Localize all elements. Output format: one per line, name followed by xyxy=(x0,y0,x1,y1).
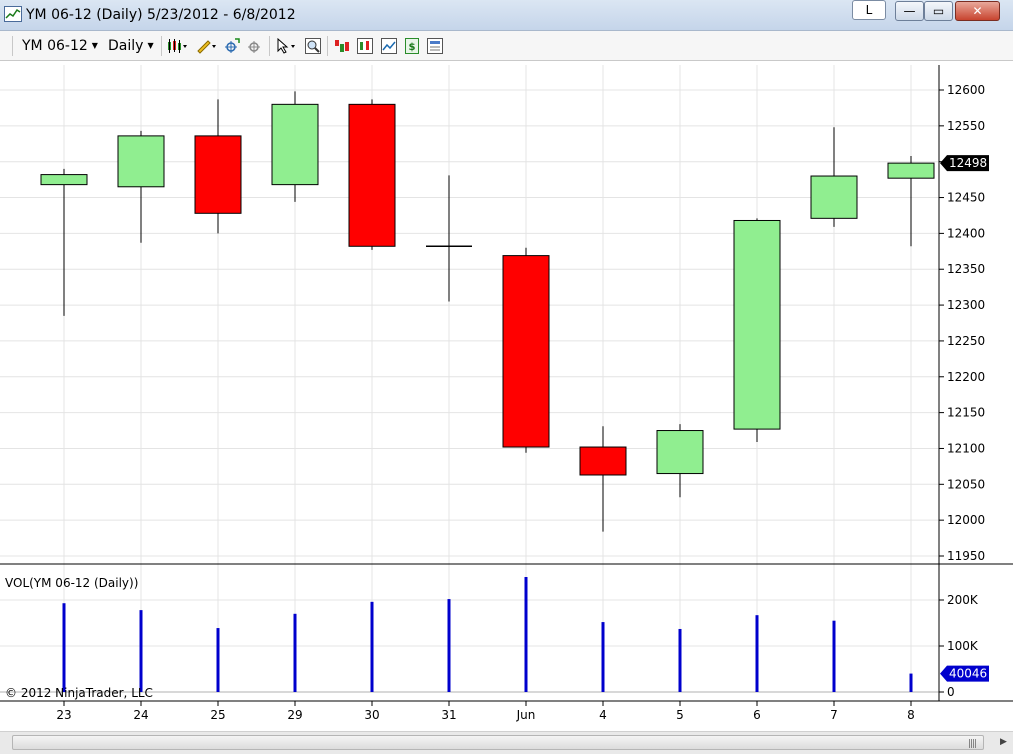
last-volume-label: 40046 xyxy=(949,667,987,681)
candle-body xyxy=(810,175,858,219)
candle-body xyxy=(887,162,935,179)
price-tick-label: 12300 xyxy=(947,298,985,312)
volume-tick-label: 0 xyxy=(947,685,955,699)
interval-selector[interactable]: Daily ▼ xyxy=(108,38,154,54)
volume-panel-label: VOL(YM 06-12 (Daily)) xyxy=(5,576,138,590)
candle-body xyxy=(271,103,319,186)
data-box-icon[interactable]: $ xyxy=(404,38,420,54)
instrument-label: YM 06-12 xyxy=(22,38,88,54)
volume-bar xyxy=(293,613,297,692)
volume-bar xyxy=(678,628,682,692)
strategy-icon[interactable] xyxy=(334,38,350,54)
price-tick-label: 12200 xyxy=(947,370,985,384)
price-tick-label: 12050 xyxy=(947,477,985,491)
price-tick-label: 12150 xyxy=(947,406,985,420)
toolbar-separator xyxy=(327,36,328,56)
candle-body xyxy=(502,255,550,448)
time-tick-label: 30 xyxy=(364,708,379,722)
volume-bar xyxy=(447,599,451,692)
price-tick-label: 12250 xyxy=(947,334,985,348)
bar-style-icon[interactable] xyxy=(167,38,189,54)
zoom-icon[interactable] xyxy=(305,38,321,54)
candle-body xyxy=(656,430,704,475)
close-button[interactable]: ✕ xyxy=(955,1,1000,21)
last-price-label: 12498 xyxy=(949,156,987,170)
link-button[interactable]: L xyxy=(852,0,886,20)
window-title: YM 06-12 (Daily) 5/23/2012 - 6/8/2012 xyxy=(26,7,296,23)
crosshair-icon[interactable] xyxy=(224,38,240,54)
time-tick-label: 8 xyxy=(907,708,915,722)
price-tick-label: 12450 xyxy=(947,191,985,205)
time-tick-label: 6 xyxy=(753,708,761,722)
price-candles xyxy=(40,91,935,532)
price-tick-label: 11950 xyxy=(947,549,985,563)
scroll-right-arrow-icon[interactable]: ▶ xyxy=(1000,737,1007,747)
volume-bar xyxy=(370,601,374,692)
candle-body xyxy=(117,135,165,188)
price-tick-label: 12600 xyxy=(947,83,985,97)
instrument-selector[interactable]: YM 06-12 ▼ xyxy=(22,38,98,54)
horizontal-scrollbar[interactable]: |||| ▶ xyxy=(0,731,1013,754)
time-tick-label: 31 xyxy=(441,708,456,722)
time-tick-label: 23 xyxy=(56,708,71,722)
candle-body xyxy=(40,174,88,186)
window-titlebar[interactable]: YM 06-12 (Daily) 5/23/2012 - 6/8/2012 L … xyxy=(0,0,1013,31)
candle-body xyxy=(194,135,242,214)
svg-text:$: $ xyxy=(409,42,416,53)
price-tick-label: 12100 xyxy=(947,441,985,455)
toolbar-separator xyxy=(12,36,13,56)
volume-bar xyxy=(909,673,913,692)
volume-bar xyxy=(524,577,528,692)
volume-bar xyxy=(601,622,605,692)
interval-label: Daily xyxy=(108,38,144,54)
volume-tick-label: 100K xyxy=(947,639,979,653)
maximize-button[interactable]: ▭ xyxy=(924,1,953,21)
minimize-button[interactable]: — xyxy=(895,1,924,21)
volume-bar xyxy=(755,615,759,692)
price-tick-label: 12550 xyxy=(947,119,985,133)
volume-bar xyxy=(216,628,220,692)
volume-tick-label: 200K xyxy=(947,593,979,607)
price-tick-label: 12350 xyxy=(947,262,985,276)
time-tick-label: 25 xyxy=(210,708,225,722)
indicators-icon[interactable] xyxy=(357,38,373,54)
drawing-pencil-icon[interactable] xyxy=(196,38,218,54)
copyright-text: © 2012 NinjaTrader, LLC xyxy=(5,686,153,700)
cursor-icon[interactable] xyxy=(276,38,298,54)
scrollbar-thumb[interactable] xyxy=(12,735,984,750)
volume-bar xyxy=(832,620,836,692)
chevron-down-icon: ▼ xyxy=(91,41,98,50)
chart-app-icon xyxy=(4,6,22,22)
chart-trader-icon[interactable] xyxy=(427,38,443,54)
chart-canvas[interactable]: 11950 12000 12050 12100 12150 12200 12250 12300… xyxy=(0,61,1013,731)
chart-toolbar: YM 06-12 ▼ Daily ▼ $ xyxy=(0,31,1013,61)
toolbar-separator xyxy=(161,36,162,56)
price-tick-label: 12000 xyxy=(947,513,985,527)
time-tick-label: 7 xyxy=(830,708,838,722)
time-tick-label: Jun xyxy=(516,708,536,722)
time-tick-label: 4 xyxy=(599,708,607,722)
chevron-down-icon: ▼ xyxy=(147,41,154,50)
time-tick-label: 5 xyxy=(676,708,684,722)
toolbar-separator xyxy=(269,36,270,56)
volume-bar xyxy=(139,610,143,692)
volume-bar xyxy=(62,603,66,692)
candle-body xyxy=(579,446,627,476)
candle-body xyxy=(348,103,396,247)
scrollbar-grip-icon: |||| xyxy=(968,739,977,749)
chart-properties-icon[interactable] xyxy=(381,38,397,54)
volume-bars xyxy=(62,577,913,692)
time-tick-label: 29 xyxy=(287,708,302,722)
price-tick-label: 12400 xyxy=(947,226,985,240)
time-tick-label: 24 xyxy=(133,708,148,722)
global-crosshair-icon[interactable] xyxy=(247,38,263,54)
chart-panel[interactable]: 11950 12000 12050 12100 12150 12200 12250 12300… xyxy=(0,61,1013,731)
candle-body xyxy=(733,219,781,430)
